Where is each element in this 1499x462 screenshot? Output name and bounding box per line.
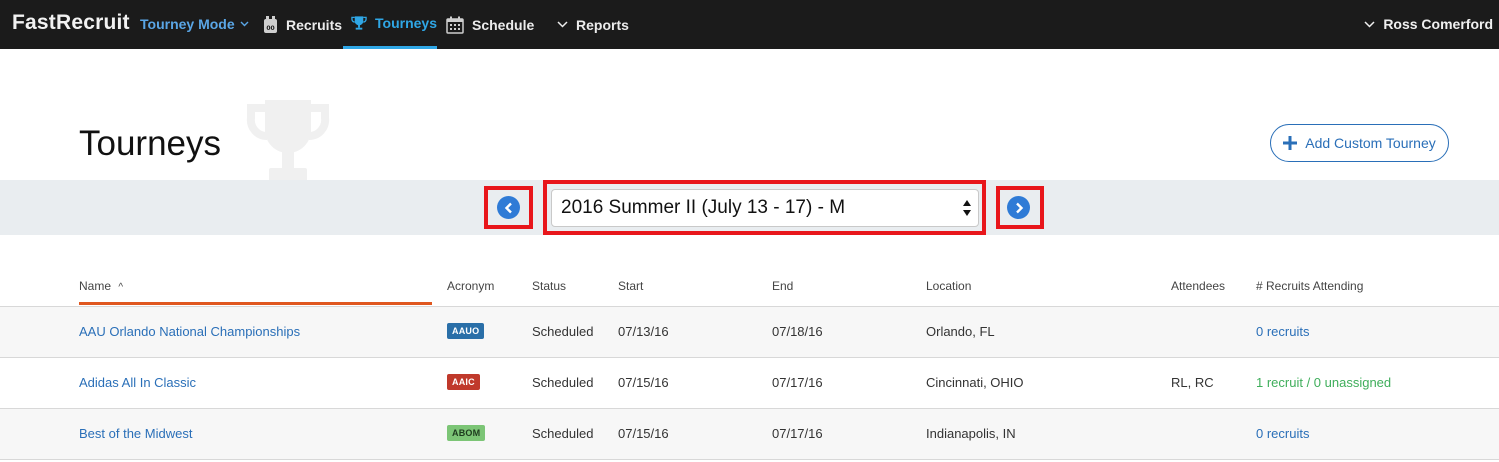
status-text: Scheduled [532,375,594,390]
next-tourney-button[interactable] [1007,196,1030,219]
col-header-status[interactable]: Status [532,279,566,293]
page-title: Tourneys [79,124,222,163]
end-date: 07/18/16 [772,324,823,339]
add-custom-tourney-button[interactable]: Add Custom Tourney [1270,124,1449,162]
chevron-down-icon [1364,20,1375,28]
col-header-name[interactable]: Name ^ [79,279,123,293]
location-text: Cincinnati, OHIO [926,375,1024,390]
chevron-left-icon [504,202,512,213]
top-nav: FastRecruit Tourney Mode 00 Recruits Tou… [0,0,1499,49]
start-date: 07/15/16 [618,426,669,441]
table-row[interactable]: Best of the Midwest ABOM Scheduled 07/15… [0,409,1499,460]
recruits-link[interactable]: 1 recruit / 0 unassigned [1256,375,1391,390]
end-date: 07/17/16 [772,426,823,441]
nav-schedule[interactable]: Schedule [446,0,534,49]
status-text: Scheduled [532,324,594,339]
status-text: Scheduled [532,426,594,441]
recruits-link[interactable]: 0 recruits [1256,324,1309,339]
col-header-start[interactable]: Start [618,279,643,293]
add-custom-tourney-label: Add Custom Tourney [1305,135,1436,151]
chevron-right-icon [1015,202,1023,213]
calendar-icon [446,16,464,34]
nav-recruits-label: Recruits [286,16,343,33]
trophy-watermark-icon [246,100,330,182]
acronym-badge: ABOM [447,425,486,441]
sort-asc-icon: ^ [118,282,124,293]
end-date: 07/17/16 [772,375,823,390]
trophy-icon [351,16,367,30]
table-row[interactable]: AAU Orlando National Championships AAUO … [0,307,1499,358]
start-date: 07/15/16 [618,375,669,390]
start-date: 07/13/16 [618,324,669,339]
col-header-name-label: Name [79,279,112,293]
user-name: Ross Comerford [1383,16,1493,32]
location-text: Orlando, FL [926,324,995,339]
tourney-name-link[interactable]: Best of the Midwest [79,426,192,441]
col-header-location[interactable]: Location [926,279,971,293]
brand-logo[interactable]: FastRecruit [12,11,130,35]
nav-reports-label: Reports [576,16,629,33]
tourney-name-link[interactable]: AAU Orlando National Championships [79,324,300,339]
tourney-period-value: 2016 Summer II (July 13 - 17) - M [561,197,846,218]
nav-schedule-label: Schedule [472,16,535,33]
acronym-badge: AAUO [447,323,485,339]
prev-tourney-button[interactable] [497,196,520,219]
col-header-attendees[interactable]: Attendees [1171,279,1225,293]
sort-underline [79,302,432,305]
mode-dropdown[interactable]: Tourney Mode [140,16,249,32]
col-header-recruits[interactable]: # Recruits Attending [1256,279,1363,293]
plus-icon [1283,136,1298,150]
tourney-name-link[interactable]: Adidas All In Classic [79,375,196,390]
nav-recruits[interactable]: 00 Recruits [263,0,342,49]
nav-tourneys-label: Tourneys [375,15,437,31]
user-menu[interactable]: Ross Comerford [1364,16,1493,32]
tourney-period-select[interactable]: 2016 Summer II (July 13 - 17) - M [551,189,979,227]
nav-tourneys[interactable]: Tourneys [343,0,437,49]
chevron-down-icon [240,21,249,27]
recruits-link[interactable]: 0 recruits [1256,426,1309,441]
recruits-icon: 00 [264,15,277,33]
attendees-text: RL, RC [1171,375,1214,390]
select-arrows-icon [963,200,971,216]
table-row[interactable]: Adidas All In Classic AAIC Scheduled 07/… [0,358,1499,409]
acronym-badge: AAIC [447,374,480,390]
col-header-acronym[interactable]: Acronym [447,279,494,293]
chevron-down-icon [557,21,568,28]
svg-text:00: 00 [266,25,274,32]
col-header-end[interactable]: End [772,279,793,293]
location-text: Indianapolis, IN [926,426,1016,441]
nav-reports[interactable]: Reports [557,0,629,49]
mode-label: Tourney Mode [140,16,235,32]
